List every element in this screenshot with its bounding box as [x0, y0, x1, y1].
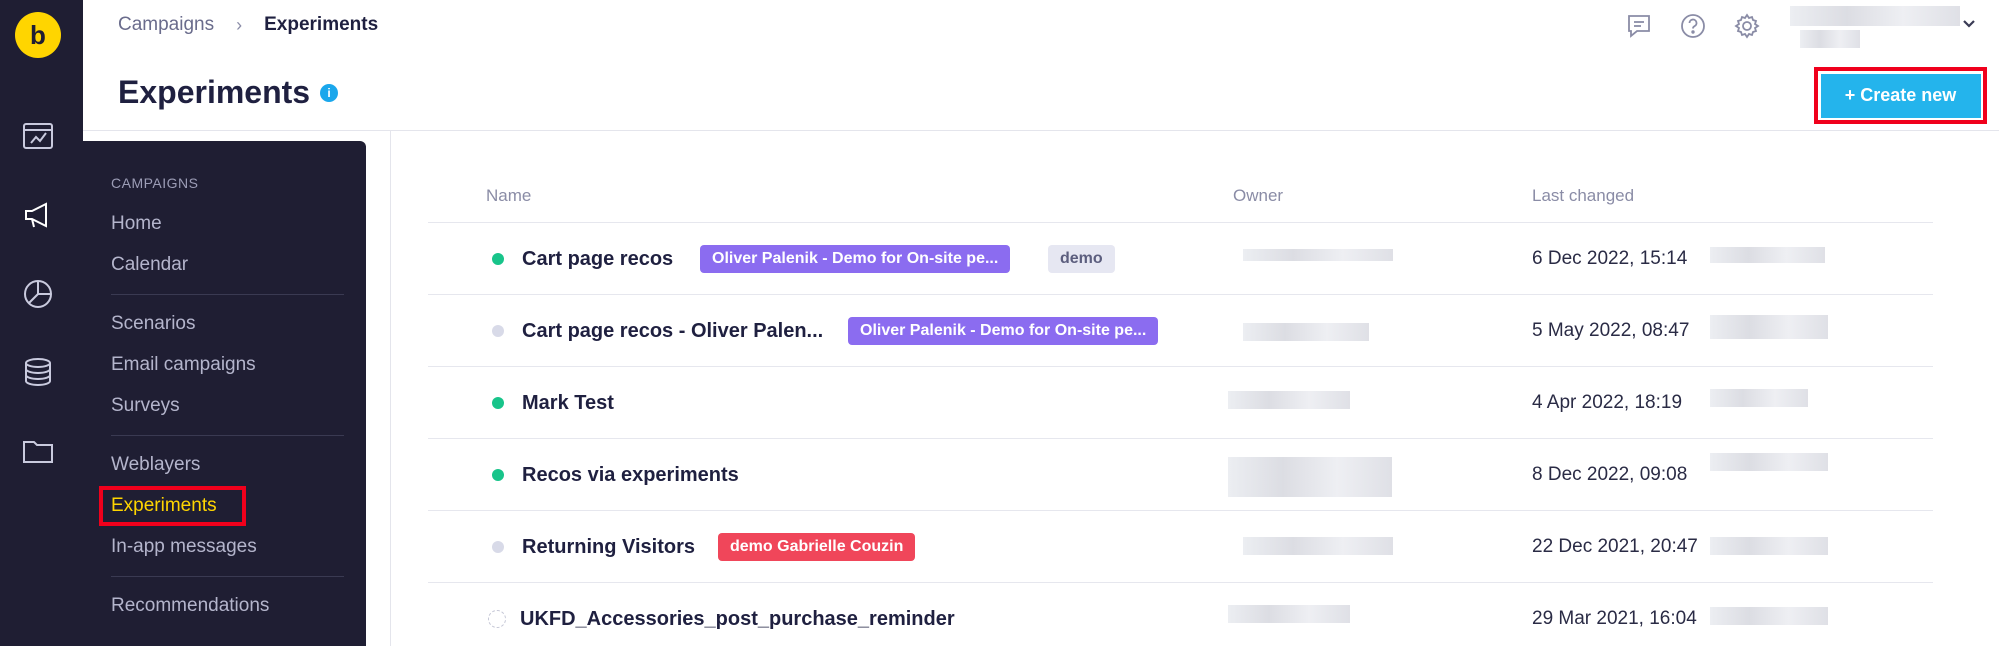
experiment-name-link[interactable]: Mark Test [522, 392, 614, 415]
last-changed-date: 22 Dec 2021, 20:47 [1532, 536, 1698, 557]
table-row[interactable]: Cart page recos Oliver Palenik - Demo for… [428, 222, 1933, 294]
menu-item-calendar[interactable]: Calendar [111, 254, 188, 276]
status-dot-icon [488, 610, 506, 628]
app-logo[interactable]: b [15, 12, 61, 58]
experiment-name-link[interactable]: Cart page recos - Oliver Palen... [522, 320, 823, 343]
status-dot-icon [492, 397, 504, 409]
breadcrumb: Campaigns › Experiments [118, 14, 378, 36]
last-changed-date: 6 Dec 2022, 15:14 [1532, 248, 1688, 269]
dashboard-icon[interactable] [18, 116, 58, 156]
blurred-owner [1228, 457, 1392, 497]
column-header-owner[interactable]: Owner [1233, 186, 1283, 206]
nav-rail: b [0, 0, 83, 646]
blurred-owner [1243, 537, 1393, 555]
experiment-name-link[interactable]: UKFD_Accessories_post_purchase_reminder [520, 608, 955, 631]
chevron-down-icon[interactable] [1960, 14, 1978, 37]
menu-item-scenarios[interactable]: Scenarios [111, 313, 196, 335]
info-icon[interactable]: i [320, 83, 339, 102]
blurred-changed-by [1710, 315, 1828, 339]
breadcrumb-campaigns-link[interactable]: Campaigns [118, 14, 214, 36]
blurred-changed-by [1710, 537, 1828, 555]
page-title-row: Experiments i [118, 74, 339, 111]
experiment-tag[interactable]: Oliver Palenik - Demo for On-site pe... [700, 245, 1011, 273]
blurred-owner [1228, 605, 1350, 623]
folder-icon[interactable] [18, 431, 58, 471]
blurred-owner [1228, 391, 1350, 409]
blurred-changed-by [1710, 607, 1828, 625]
table-row[interactable]: UKFD_Accessories_post_purchase_reminder 2… [428, 582, 1933, 654]
breadcrumb-separator: › [236, 14, 243, 35]
header-actions [1625, 12, 1761, 45]
last-changed-date: 4 Apr 2022, 18:19 [1532, 392, 1683, 413]
table-row[interactable]: Returning Visitors demo Gabrielle Couzin 2… [428, 510, 1933, 582]
experiment-name-link[interactable]: Returning Visitors [522, 536, 695, 559]
megaphone-icon[interactable] [18, 195, 58, 235]
gear-icon[interactable] [1733, 12, 1761, 45]
status-dot-icon [492, 253, 504, 265]
menu-item-surveys[interactable]: Surveys [111, 395, 180, 417]
chat-icon[interactable] [1625, 12, 1653, 45]
last-changed-date: 8 Dec 2022, 09:08 [1532, 464, 1688, 485]
blurred-changed-by [1710, 389, 1808, 407]
database-icon[interactable] [18, 352, 58, 392]
header-divider [83, 130, 1999, 131]
blurred-changed-by [1710, 453, 1828, 471]
campaigns-menu: CAMPAIGNS Home Calendar Scenarios Email … [83, 141, 366, 646]
table-row[interactable]: Recos via experiments 8 Dec 2022, 09:08 [428, 438, 1933, 510]
blurred-user-subtitle [1800, 30, 1860, 48]
pie-chart-icon[interactable] [18, 274, 58, 314]
experiment-tag[interactable]: demo Gabrielle Couzin [718, 533, 916, 561]
menu-divider [111, 294, 344, 295]
status-dot-icon [492, 469, 504, 481]
menu-item-home[interactable]: Home [111, 213, 162, 235]
panel-border [390, 131, 391, 646]
experiment-tag[interactable]: demo [1048, 245, 1115, 273]
table-row[interactable]: Mark Test 4 Apr 2022, 18:19 [428, 366, 1933, 438]
experiment-name-link[interactable]: Recos via experiments [522, 464, 739, 487]
info-glyph: i [327, 85, 331, 100]
menu-item-weblayers[interactable]: Weblayers [111, 454, 200, 476]
blurred-owner [1243, 249, 1393, 261]
last-changed-date: 29 Mar 2021, 16:04 [1532, 608, 1697, 629]
status-dot-icon [492, 325, 504, 337]
blurred-changed-by [1710, 247, 1825, 263]
logo-glyph: b [30, 19, 46, 50]
breadcrumb-current: Experiments [264, 14, 379, 35]
menu-item-experiments[interactable]: Experiments [111, 495, 217, 517]
menu-divider [111, 435, 344, 436]
blurred-owner [1243, 323, 1369, 341]
create-button-highlight: + Create new [1814, 67, 1987, 124]
table-row[interactable]: Cart page recos - Oliver Palen... Oliver … [428, 294, 1933, 366]
menu-divider [111, 576, 344, 577]
experiment-tag[interactable]: Oliver Palenik - Demo for On-site pe... [848, 317, 1159, 345]
blurred-username [1790, 6, 1960, 26]
experiment-name-link[interactable]: Cart page recos [522, 248, 673, 271]
menu-heading: CAMPAIGNS [111, 175, 199, 191]
menu-item-recommendations[interactable]: Recommendations [111, 595, 269, 617]
menu-item-email-campaigns[interactable]: Email campaigns [111, 354, 256, 376]
column-header-last-changed[interactable]: Last changed [1532, 186, 1634, 206]
column-header-name[interactable]: Name [486, 186, 531, 206]
user-menu[interactable] [1790, 6, 1975, 48]
page-title: Experiments [118, 74, 311, 110]
status-dot-icon [492, 541, 504, 553]
menu-item-in-app-messages[interactable]: In-app messages [111, 536, 257, 558]
last-changed-date: 5 May 2022, 08:47 [1532, 320, 1690, 341]
create-new-button[interactable]: + Create new [1820, 73, 1981, 118]
help-icon[interactable] [1679, 12, 1707, 45]
